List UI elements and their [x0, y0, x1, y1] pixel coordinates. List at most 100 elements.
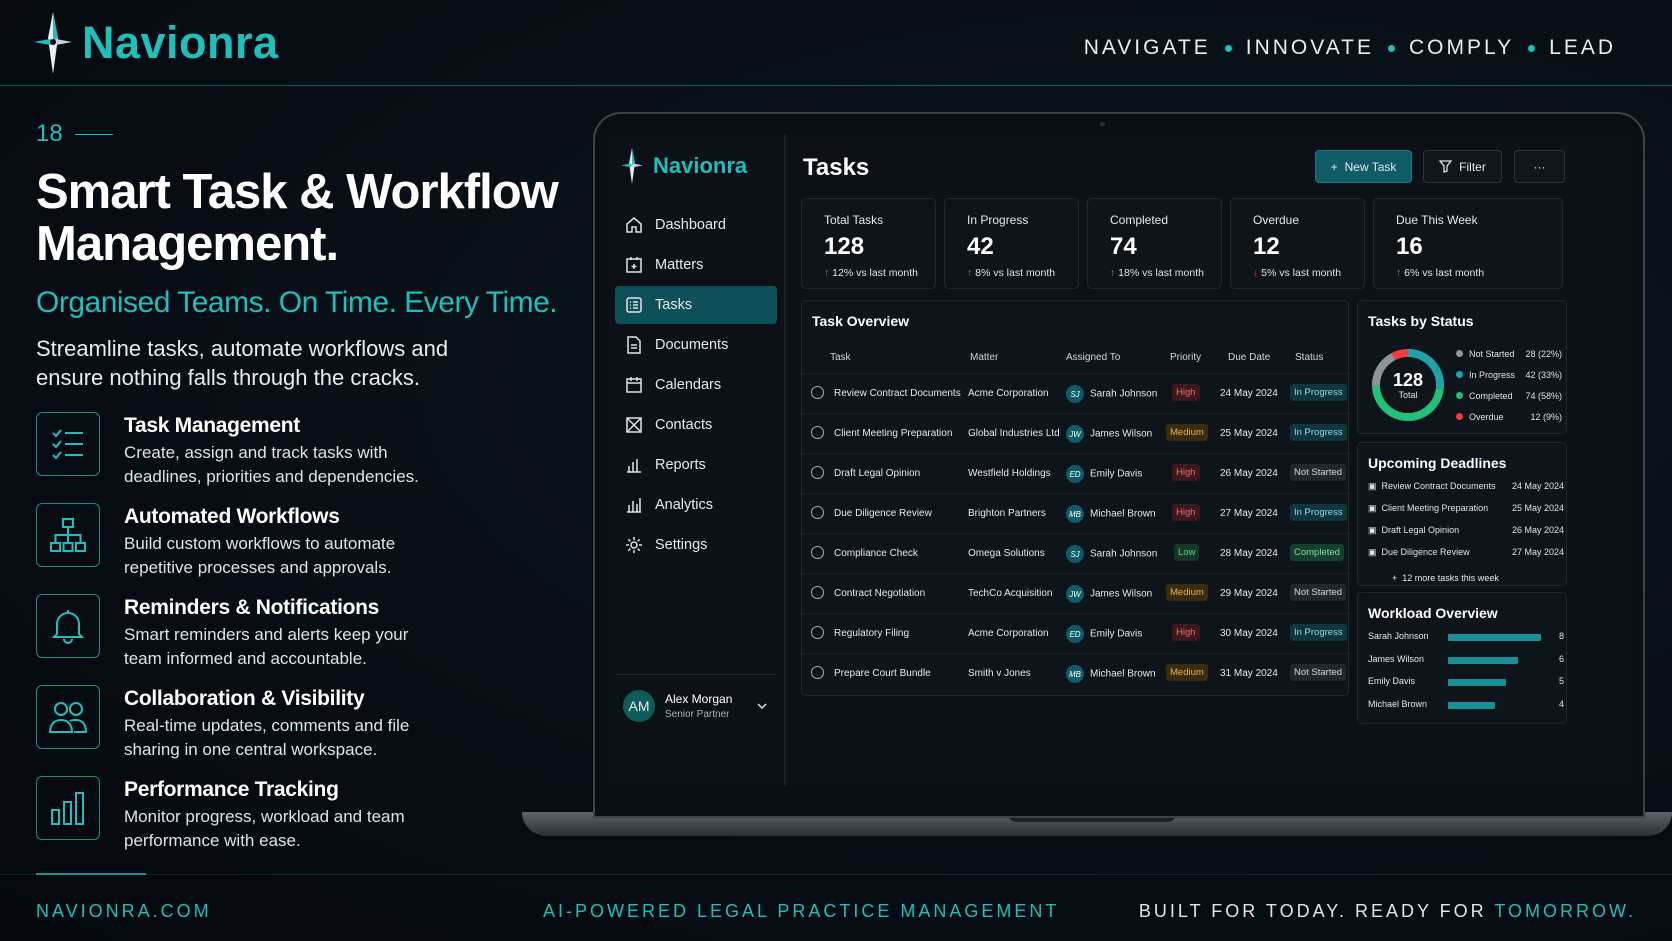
deadline-item[interactable]: ▣ Draft Legal Opinion 26 May 2024 [1368, 525, 1564, 536]
stat-card[interactable]: In Progress 42 ↑ 8% vs last month [944, 198, 1079, 289]
task-name: Client Meeting Preparation [834, 428, 953, 439]
task-checkbox[interactable] [811, 626, 824, 639]
sidebar-item-reports[interactable]: Reports [615, 446, 777, 484]
task-assignee: MB Michael Brown [1066, 505, 1156, 523]
sidebar-item-contacts[interactable]: Contacts [615, 406, 777, 444]
camera-dot [1100, 122, 1105, 127]
stat-card[interactable]: Due This Week 16 ↑ 6% vs last month [1373, 198, 1563, 289]
sidebar-item-label: Calendars [655, 377, 722, 393]
column-header[interactable]: Task [830, 352, 851, 363]
stat-card[interactable]: Overdue 12 ↓ 5% vs last month [1230, 198, 1365, 289]
new-task-button[interactable]: + New Task [1315, 150, 1412, 183]
task-matter: Westfield Holdings [968, 468, 1051, 479]
column-header[interactable]: Matter [970, 352, 998, 363]
task-overview-panel: Task Overview Task Matter Assigned To Pr… [801, 300, 1350, 696]
more-deadlines-link[interactable]: + 12 more tasks this week [1392, 573, 1499, 583]
footer-website[interactable]: NAVIONRA.COM [36, 901, 212, 922]
more-options-button[interactable]: ··· [1514, 150, 1565, 183]
table-row[interactable]: Due Diligence Review Brighton Partners MB M… [802, 493, 1350, 533]
document-icon [627, 336, 641, 354]
stat-title: In Progress [967, 213, 1029, 227]
workflow-icon [36, 503, 100, 567]
legend-label: In Progress [1469, 370, 1516, 380]
status-badge: In Progress [1290, 424, 1347, 441]
status-badge: In Progress [1290, 504, 1347, 521]
deadline-date: 26 May 2024 [1511, 525, 1564, 535]
filter-button[interactable]: Filter [1423, 150, 1502, 183]
stat-delta: ↓ 5% vs last month [1253, 267, 1364, 279]
task-checkbox[interactable] [811, 466, 824, 479]
feature-title: Task Management [124, 414, 300, 437]
task-matter: Acme Corporation [968, 628, 1049, 639]
footer-slogan: BUILT FOR TODAY. READY FOR TOMORROW. [1139, 901, 1636, 922]
column-header[interactable]: Status [1295, 352, 1323, 363]
feature-item: Automated Workflows Build custom workflow… [36, 503, 444, 594]
stat-delta-text: 18% vs last month [1118, 267, 1204, 279]
stat-delta: ↑ 6% vs last month [1396, 267, 1562, 279]
footer-slogan-a: BUILT FOR TODAY. READY FOR [1138, 901, 1495, 921]
stat-card[interactable]: Total Tasks 128 ↑ 12% vs last month [801, 198, 936, 289]
sidebar-item-dashboard[interactable]: Dashboard [615, 206, 777, 244]
more-deadlines-text: 12 more tasks this week [1402, 573, 1499, 583]
deadline-item[interactable]: ▣ Review Contract Documents 24 May 2024 [1368, 481, 1564, 492]
tasks-icon [626, 297, 642, 313]
table-row[interactable]: Client Meeting Preparation Global Industr… [802, 413, 1350, 453]
feature-item: Performance Tracking Monitor progress, wo… [36, 776, 444, 867]
sidebar-item-analytics[interactable]: Analytics [615, 486, 777, 524]
sidebar-item-documents[interactable]: Documents [615, 326, 777, 364]
deadline-item[interactable]: ▣ Due Diligence Review 27 May 2024 [1368, 547, 1564, 558]
task-name: Contract Negotiation [834, 588, 926, 599]
table-row[interactable]: Contract Negotiation TechCo Acquisition JW… [802, 573, 1350, 613]
task-name: Review Contract Documents [834, 388, 961, 399]
sidebar-item-tasks[interactable]: Tasks [615, 286, 777, 324]
app-brand[interactable]: Navionra [621, 148, 747, 184]
priority-badge: High [1172, 384, 1200, 401]
main-content: Tasks + New Task Filter ··· Total Tasks 12… [785, 134, 1631, 786]
workload-bar [1448, 634, 1541, 641]
task-checkbox[interactable] [811, 506, 824, 519]
deadline-item[interactable]: ▣ Client Meeting Preparation 25 May 2024 [1368, 503, 1564, 514]
column-header[interactable]: Priority [1170, 352, 1201, 363]
table-row[interactable]: Compliance Check Omega Solutions SJ Sarah J… [802, 533, 1350, 573]
sidebar-item-label: Analytics [655, 497, 714, 513]
sidebar-item-label: Documents [655, 337, 729, 353]
calendar-icon: ▣ [1368, 547, 1377, 557]
task-assignee: JW James Wilson [1066, 425, 1152, 443]
stat-card[interactable]: Completed 74 ↑ 18% vs last month [1087, 198, 1222, 289]
user-profile[interactable]: AM Alex Morgan Senior Partner [615, 674, 777, 736]
task-checkbox[interactable] [811, 546, 824, 559]
sidebar-item-settings[interactable]: Settings [615, 526, 777, 564]
chevron-down-icon[interactable] [756, 700, 768, 712]
briefcase-icon [626, 257, 642, 273]
column-header[interactable]: Assigned To [1066, 352, 1120, 363]
panel-title: Upcoming Deadlines [1368, 455, 1507, 471]
workload-bar [1448, 679, 1507, 686]
workload-name: Sarah Johnson [1368, 631, 1429, 641]
task-checkbox[interactable] [811, 666, 824, 679]
divider [74, 133, 113, 135]
stat-delta-text: 6% vs last month [1404, 267, 1485, 279]
deadline-task: Draft Legal Opinion [1381, 525, 1460, 535]
slide-number: 18 [36, 120, 576, 148]
task-assignee: ED Emily Davis [1066, 465, 1142, 483]
sidebar-item-calendars[interactable]: Calendars [615, 366, 777, 404]
arrow-down-icon: ↓ [1253, 267, 1259, 279]
table-row[interactable]: Draft Legal Opinion Westfield Holdings ED E… [802, 453, 1350, 493]
tagline-word: COMPLY [1409, 36, 1515, 59]
table-row[interactable]: Regulatory Filing Acme Corporation ED Emily… [802, 613, 1350, 653]
arrow-up-icon: ↑ [824, 267, 830, 279]
bell-icon [36, 594, 100, 658]
sidebar-item-matters[interactable]: Matters [615, 246, 777, 284]
task-checkbox[interactable] [811, 386, 824, 399]
task-matter: Acme Corporation [968, 388, 1049, 399]
stat-delta: ↑ 8% vs last month [967, 267, 1078, 279]
workload-bar [1448, 701, 1495, 709]
column-header[interactable]: Due Date [1228, 352, 1270, 363]
calendar-icon: ▣ [1368, 525, 1377, 535]
contacts-icon [626, 417, 642, 433]
task-checkbox[interactable] [811, 586, 824, 599]
table-row[interactable]: Review Contract Documents Acme Corporatio… [802, 373, 1350, 413]
table-row[interactable]: Prepare Court Bundle Smith v Jones MB Micha… [802, 653, 1350, 693]
assignee-name: James Wilson [1090, 428, 1153, 440]
task-checkbox[interactable] [811, 426, 824, 439]
